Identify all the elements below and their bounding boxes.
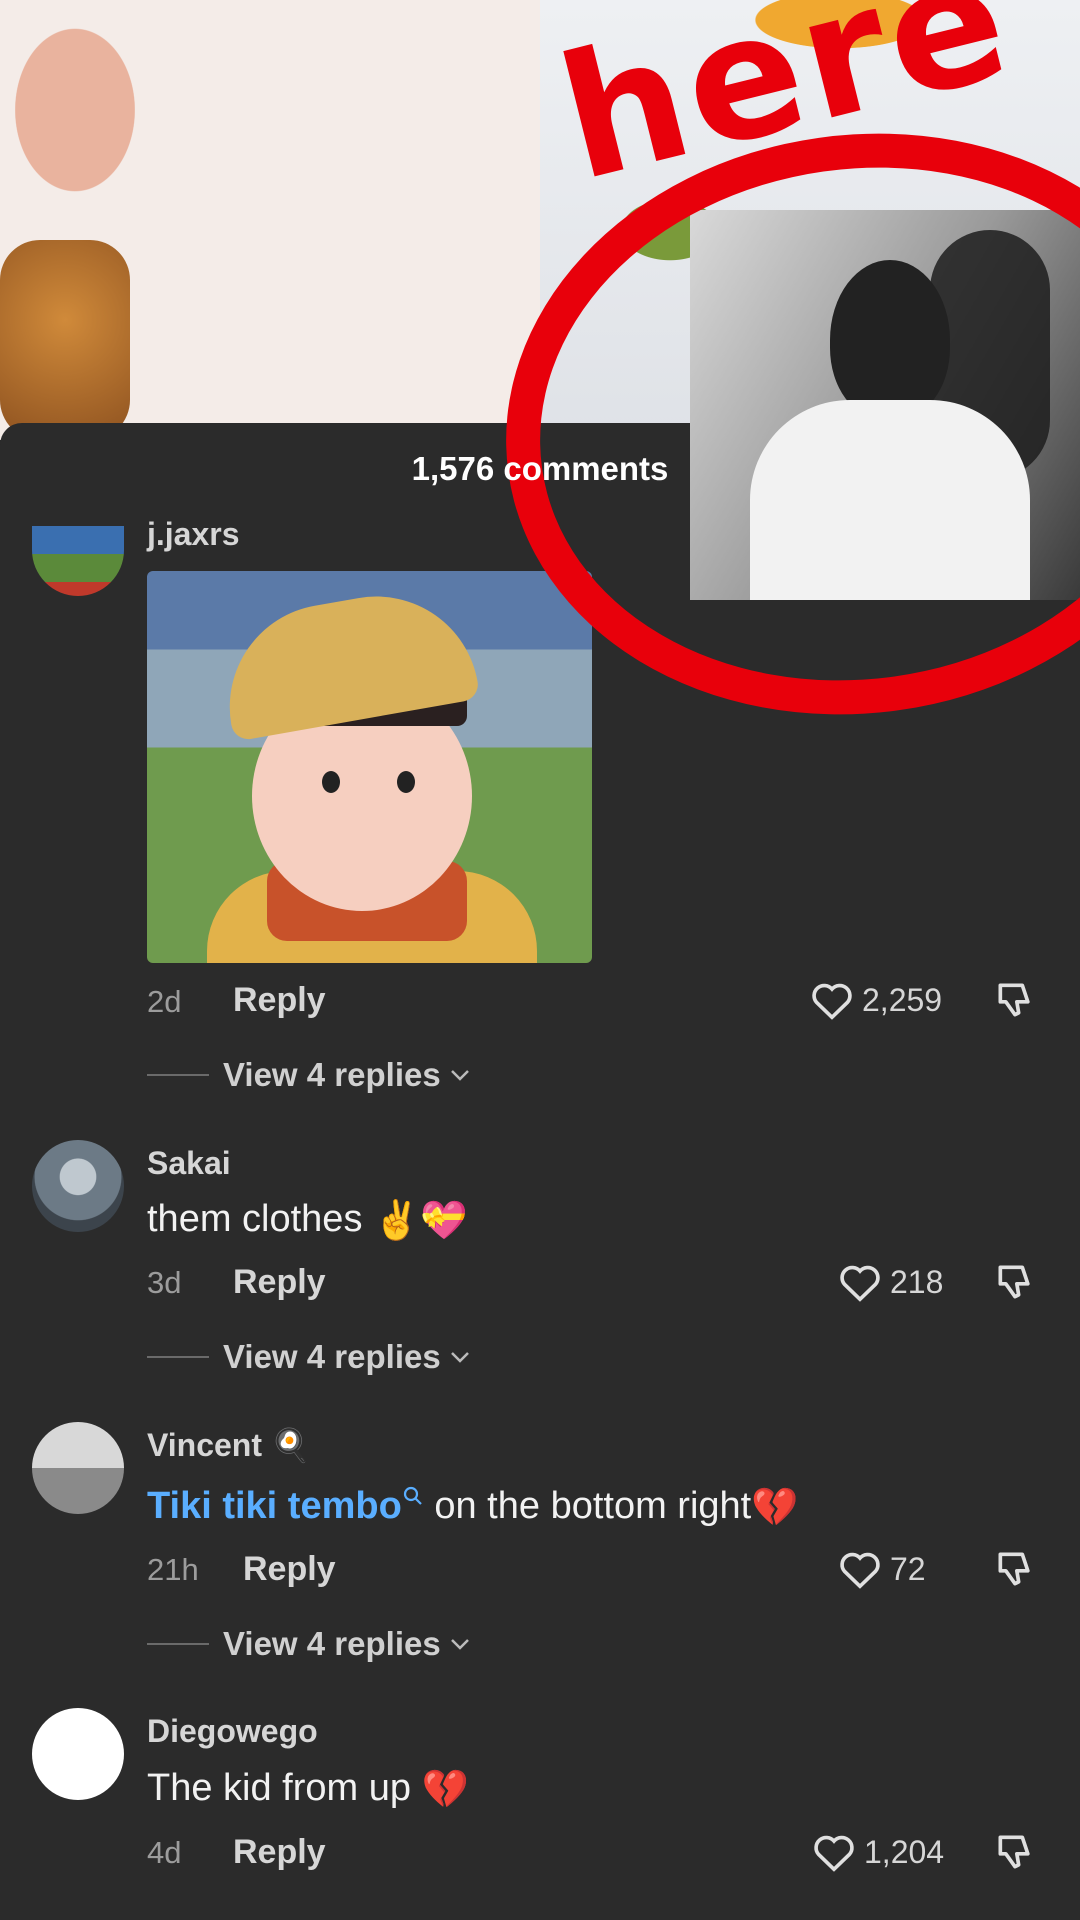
- comment-timestamp: 3d: [147, 1265, 182, 1300]
- search-link[interactable]: Tiki tiki tembo: [147, 1485, 402, 1527]
- like-count: 72: [890, 1550, 926, 1587]
- comment-timestamp: 21h: [147, 1552, 199, 1587]
- comment-gif-image[interactable]: [147, 571, 592, 963]
- comment-username[interactable]: Diegowego: [147, 1713, 318, 1750]
- search-icon[interactable]: [402, 1485, 424, 1507]
- divider-line: [147, 1356, 209, 1358]
- avatar[interactable]: [32, 1422, 124, 1514]
- gif-eye: [322, 771, 340, 793]
- comment-emoji: ✌️💝: [373, 1199, 468, 1242]
- like-count: 2,259: [862, 981, 943, 1018]
- reply-button[interactable]: Reply: [243, 1550, 336, 1589]
- like-count: 1,204: [864, 1833, 945, 1870]
- comment-timestamp: 2d: [147, 984, 182, 1019]
- avatar[interactable]: [32, 1140, 124, 1232]
- heart-icon: [840, 1552, 880, 1589]
- view-replies-label: View 4 replies: [223, 1625, 441, 1662]
- view-replies-label: View 4 replies: [223, 1338, 441, 1375]
- nugget-shape: [0, 240, 130, 440]
- dislike-icon[interactable]: [992, 1547, 1038, 1591]
- view-replies-button[interactable]: View 4 replies: [147, 1056, 471, 1094]
- gif-eye: [397, 771, 415, 793]
- reply-button[interactable]: Reply: [233, 981, 326, 1020]
- comment-text-body: The kid from up: [147, 1767, 411, 1809]
- chevron-down-icon: [450, 1352, 469, 1363]
- comment-text: Tiki tiki tembo on the bottom right💔: [147, 1485, 799, 1530]
- chevron-down-icon: [450, 1070, 469, 1081]
- comment-username[interactable]: Vincent 🍳: [147, 1426, 311, 1464]
- reply-button[interactable]: Reply: [233, 1833, 326, 1872]
- avatar[interactable]: [32, 1708, 124, 1800]
- comment-emoji: 💔: [421, 1768, 469, 1811]
- like-button[interactable]: 2,259: [810, 980, 942, 1020]
- divider-line: [147, 1074, 209, 1076]
- comment-username-text: Vincent: [147, 1427, 262, 1463]
- comment-timestamp: 4d: [147, 1835, 182, 1870]
- heart-icon: [840, 1265, 880, 1302]
- divider-line: [147, 1643, 209, 1645]
- comment-username[interactable]: j.jaxrs: [147, 516, 240, 553]
- dislike-icon[interactable]: [992, 1830, 1038, 1874]
- dislike-icon[interactable]: [992, 1260, 1038, 1304]
- dislike-icon[interactable]: [992, 978, 1038, 1022]
- username-emoji: 🍳: [270, 1427, 311, 1463]
- view-replies-button[interactable]: View 4 replies: [147, 1625, 471, 1663]
- comment-text: them clothes ✌️💝: [147, 1198, 468, 1243]
- food-image-left: [0, 0, 540, 440]
- comment-emoji: 💔: [751, 1486, 799, 1529]
- like-button[interactable]: 218: [838, 1262, 943, 1302]
- like-button[interactable]: 1,204: [812, 1832, 944, 1872]
- comment-text-body: them clothes: [147, 1198, 363, 1240]
- view-replies-button[interactable]: View 4 replies: [147, 1338, 471, 1376]
- heart-icon: [812, 983, 852, 1020]
- view-replies-label: View 4 replies: [223, 1056, 441, 1093]
- heart-icon: [814, 1835, 854, 1872]
- comments-count-title: 1,576 comments: [411, 450, 669, 487]
- chevron-down-icon: [450, 1639, 469, 1650]
- like-count: 218: [890, 1263, 944, 1300]
- reply-button[interactable]: Reply: [233, 1263, 326, 1302]
- comment-text-body: on the bottom right: [434, 1485, 752, 1527]
- comment-text: The kid from up 💔: [147, 1767, 469, 1812]
- comment-username[interactable]: Sakai: [147, 1145, 231, 1182]
- like-button[interactable]: 72: [838, 1549, 926, 1589]
